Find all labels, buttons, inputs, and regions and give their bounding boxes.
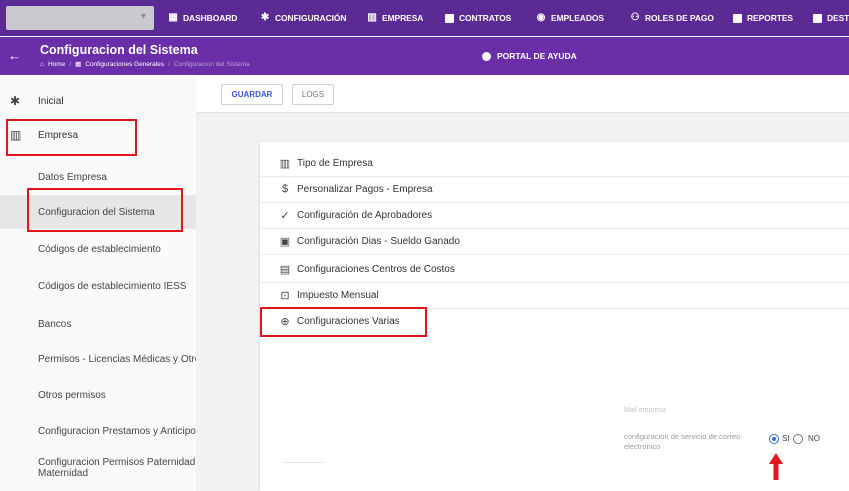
breadcrumb: ⌂ Home / ▦ Configuraciones Generales / C… bbox=[40, 60, 250, 69]
nav-configuracion[interactable]: ✱ CONFIGURACIÓN bbox=[260, 11, 347, 25]
sidebar-item-otros-permisos[interactable]: Otros permisos bbox=[38, 390, 196, 401]
breadcrumb-separator: / bbox=[168, 60, 170, 68]
chevron-down-icon: ▾ bbox=[140, 11, 146, 22]
nav-label: CONTRATOS bbox=[459, 13, 512, 23]
breadcrumb-configuraciones[interactable]: Configuraciones Generales bbox=[85, 61, 164, 68]
sidebar-item-permisos-paternidad[interactable]: Configuracion Permisos Paternidad Matern… bbox=[38, 457, 203, 479]
menu-item-label: Configuraciones Centros de Costos bbox=[297, 263, 455, 275]
gear-icon: ✱ bbox=[260, 12, 270, 23]
highlight-box-empresa bbox=[6, 119, 137, 156]
radio-si[interactable] bbox=[769, 434, 779, 444]
help-label: PORTAL DE AYUDA bbox=[497, 51, 577, 61]
save-button[interactable]: GUARDAR bbox=[221, 84, 283, 105]
nav-label: EMPLEADOS bbox=[551, 13, 604, 23]
menu-item-aprobadores[interactable]: ✓ Configuración de Aprobadores bbox=[260, 202, 849, 228]
nav-empleados[interactable]: ◉ EMPLEADOS bbox=[536, 11, 604, 25]
employees-icon: ◉ bbox=[536, 12, 546, 23]
faded-field-label: Mail empresa bbox=[624, 407, 667, 414]
nav-label: DEST bbox=[827, 13, 849, 23]
breadcrumb-home[interactable]: Home bbox=[48, 61, 65, 68]
dollar-circle-icon: $ bbox=[281, 183, 289, 195]
document-icon bbox=[813, 13, 822, 23]
dashboard-grid-icon: ▦ bbox=[75, 61, 82, 68]
top-navigation-bar: ▾ ▦ DASHBOARD ✱ CONFIGURACIÓN ▥ EMPRESA … bbox=[0, 0, 849, 36]
menu-item-label: Impuesto Mensual bbox=[297, 289, 379, 301]
company-selector[interactable]: ▾ bbox=[6, 6, 154, 30]
red-arrow-up-icon bbox=[769, 453, 783, 480]
sidebar-item-label: Inicial bbox=[38, 95, 64, 107]
building-icon: ▥ bbox=[279, 157, 291, 170]
menu-item-tipo-empresa[interactable]: ▥ Tipo de Empresa bbox=[260, 150, 849, 176]
menu-item-label: Personalizar Pagos - Empresa bbox=[297, 183, 433, 195]
breadcrumb-current: Configuracion del Sistema bbox=[173, 60, 250, 68]
nav-label: ROLES DE PAGO bbox=[645, 13, 714, 23]
nav-empresa[interactable]: ▥ EMPRESA bbox=[367, 11, 423, 25]
nav-label: REPORTES bbox=[747, 13, 793, 23]
menu-item-impuesto-mensual[interactable]: ⊡ Impuesto Mensual bbox=[260, 282, 849, 308]
menu-item-label: Tipo de Empresa bbox=[297, 157, 373, 169]
money-icon: ⊡ bbox=[280, 289, 290, 302]
nav-label: EMPRESA bbox=[382, 13, 424, 23]
help-icon bbox=[482, 51, 491, 61]
sidebar-item-bancos[interactable]: Bancos bbox=[38, 319, 196, 330]
nav-dashboard[interactable]: ▦ DASHBOARD bbox=[168, 11, 237, 25]
nav-contratos[interactable]: CONTRATOS bbox=[445, 11, 511, 25]
highlight-box-configuracion bbox=[27, 188, 183, 232]
sidebar-item-permisos-licencias[interactable]: Permisos - Licencias Médicas y Otros bbox=[38, 354, 196, 365]
menu-item-dias-sueldo[interactable]: ▣ Configuración Dias - Sueldo Ganado bbox=[260, 228, 849, 254]
highlight-box-configuraciones-varias bbox=[260, 307, 427, 337]
nav-roles-de-pago[interactable]: ⚇ ROLES DE PAGO bbox=[630, 11, 714, 25]
sidebar-item-inicial[interactable]: ✱ Inicial bbox=[0, 86, 196, 116]
sidebar-item-prestamos-anticipos[interactable]: Configuracion Prestamos y Anticipos bbox=[38, 426, 196, 437]
chart-icon: ▤ bbox=[279, 263, 291, 276]
radio-no-label: NO bbox=[808, 434, 820, 443]
radio-no[interactable] bbox=[793, 434, 803, 444]
sidebar-item-codigos-establecimiento[interactable]: Códigos de establecimiento bbox=[38, 244, 196, 255]
mail-service-label: configuracion de servicio de correo elec… bbox=[624, 432, 741, 451]
people-group-icon: ⚇ bbox=[630, 12, 640, 23]
report-icon bbox=[733, 13, 742, 23]
breadcrumb-separator: / bbox=[69, 60, 72, 68]
menu-item-personalizar-pagos[interactable]: $ Personalizar Pagos - Empresa bbox=[260, 176, 849, 202]
contract-icon bbox=[445, 13, 454, 23]
sidebar-item-codigos-iess[interactable]: Códigos de establecimiento IESS bbox=[38, 281, 196, 292]
help-portal-link[interactable]: PORTAL DE AYUDA bbox=[482, 51, 577, 61]
nav-dest[interactable]: DEST bbox=[813, 11, 849, 25]
divider bbox=[283, 462, 323, 463]
logs-button[interactable]: LOGS bbox=[292, 84, 334, 105]
nav-label: DASHBOARD bbox=[183, 13, 238, 23]
divider bbox=[260, 254, 849, 255]
dashboard-grid-icon: ▦ bbox=[168, 12, 178, 23]
gear-icon: ✱ bbox=[10, 94, 21, 108]
menu-item-centros-costos[interactable]: ▤ Configuraciones Centros de Costos bbox=[260, 256, 849, 282]
nav-reportes[interactable]: REPORTES bbox=[733, 11, 793, 25]
page-header: ← Configuracion del Sistema ⌂ Home / ▦ C… bbox=[0, 37, 849, 75]
building-icon: ▥ bbox=[367, 12, 377, 23]
page-title: Configuracion del Sistema bbox=[40, 43, 198, 57]
menu-item-label: Configuración Dias - Sueldo Ganado bbox=[297, 235, 460, 247]
home-icon: ⌂ bbox=[40, 60, 44, 68]
calendar-icon: ▣ bbox=[279, 235, 291, 248]
back-arrow-icon[interactable]: ← bbox=[8, 48, 21, 63]
menu-item-label: Configuración de Aprobadores bbox=[297, 209, 433, 221]
nav-label: CONFIGURACIÓN bbox=[275, 13, 347, 23]
sidebar-item-datos-empresa[interactable]: Datos Empresa bbox=[38, 172, 196, 183]
check-icon: ✓ bbox=[280, 209, 290, 222]
radio-si-label: SI bbox=[782, 434, 790, 443]
